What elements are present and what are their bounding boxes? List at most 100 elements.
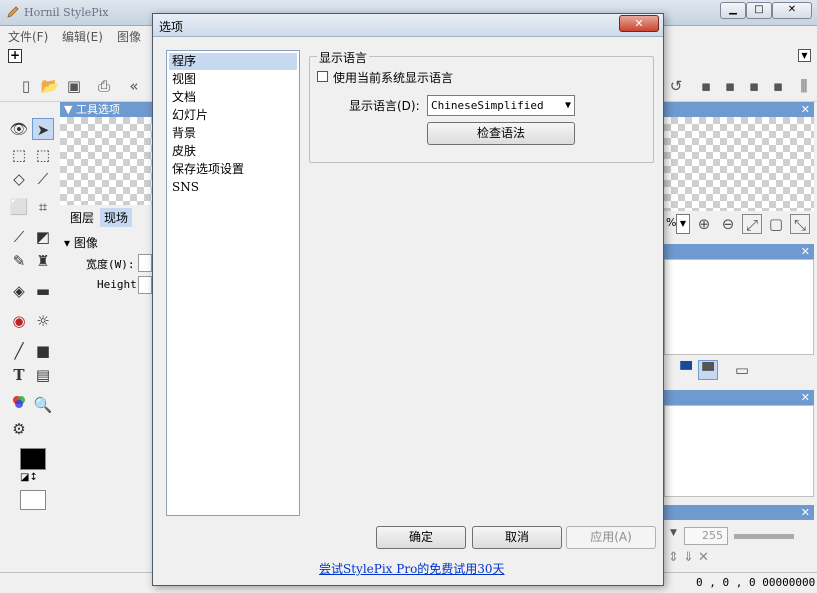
layer-arrange-icon[interactable]: ▪ — [744, 76, 764, 96]
swap-colors-icon[interactable]: ◪↕ — [20, 472, 38, 483]
category-item-skin[interactable]: 皮肤 — [169, 143, 297, 160]
rect-select-icon[interactable]: ⬚ — [8, 144, 30, 166]
shape-tool-icon[interactable]: ■ — [32, 340, 54, 362]
gear-icon[interactable]: ⚙ — [8, 418, 30, 440]
right-panel-header: ✕ — [664, 102, 814, 117]
close-icon[interactable]: ✕ — [801, 102, 810, 117]
open-folder-icon[interactable]: 📂 — [40, 76, 60, 96]
tab-layers[interactable]: 图层 — [70, 209, 94, 226]
ok-button[interactable]: 确定 — [376, 526, 466, 549]
tools-sidebar: 👁 ➤ ⬚ ⬚ ◇ ⟋ ⬜ ⌗ ⟋ ◩ ✎ ♜ ◈ ▬ ◉ ☼ ╱ ■ T ▤ … — [4, 104, 58, 524]
align-icon[interactable]: ⫼ — [794, 76, 814, 96]
zoom-in-icon[interactable]: ⊕ — [694, 214, 714, 234]
dropdown-arrow-icon[interactable]: ▼ — [798, 49, 811, 62]
zoom-icon[interactable]: 🔍 — [32, 394, 54, 416]
check-grammar-button[interactable]: 检查语法 — [427, 122, 575, 145]
category-item-document[interactable]: 文档 — [169, 89, 297, 106]
crop-icon[interactable]: ⌗ — [32, 196, 54, 218]
brush-icon[interactable]: ⟋ — [8, 226, 30, 248]
image-section-header[interactable]: ▾ 图像 — [64, 234, 98, 251]
menu-edit[interactable]: 编辑(E) — [62, 28, 103, 45]
category-item-slideshow[interactable]: 幻灯片 — [169, 107, 297, 124]
actual-size-icon[interactable]: ▢ — [766, 214, 786, 234]
use-system-language-label[interactable]: 使用当前系统显示语言 — [333, 69, 453, 86]
color-wheel-icon[interactable] — [8, 394, 30, 416]
eraser-icon[interactable]: ◩ — [32, 226, 54, 248]
chevron-down-icon: ▼ — [564, 100, 571, 111]
close-icon[interactable]: ✕ — [801, 390, 810, 405]
height-label: Height — [97, 278, 137, 291]
save-icon[interactable]: ▣ — [64, 76, 84, 96]
eyedropper-icon[interactable]: ⟋ — [32, 168, 54, 190]
background-color-swatch[interactable] — [20, 490, 46, 510]
menu-file[interactable]: 文件(F) — [8, 28, 48, 45]
apply-button[interactable]: 应用(A) — [566, 526, 656, 549]
tool-options-title: 工具选项 — [75, 103, 120, 116]
zoom-percent: % — [666, 216, 677, 229]
transform-icon[interactable]: ⬜ — [8, 196, 30, 218]
close-icon[interactable]: ✕ — [801, 505, 810, 520]
use-system-language-checkbox[interactable] — [317, 71, 328, 82]
clone-stamp-icon[interactable]: ♜ — [32, 250, 54, 272]
cancel-button[interactable]: 取消 — [472, 526, 562, 549]
fill-bucket-icon[interactable]: ◈ — [8, 280, 30, 302]
right-panel-header: ✕ — [664, 244, 814, 259]
fullscreen-icon[interactable]: ⤡ — [790, 214, 810, 234]
display-toolbar: ▀ ▀ ▭ — [664, 358, 814, 382]
monitor-color-icon[interactable]: ▀ — [698, 360, 718, 380]
brightness-icon[interactable]: ☼ — [32, 310, 54, 332]
undo-icon[interactable]: « — [124, 76, 144, 96]
layer-arrange-icon[interactable]: ▪ — [768, 76, 788, 96]
group-title: 显示语言 — [317, 49, 370, 66]
layer-arrange-icon[interactable]: ▪ — [696, 76, 716, 96]
width-input[interactable] — [138, 254, 152, 272]
tool-preview-canvas — [60, 117, 152, 205]
opacity-spin-input[interactable]: 255 — [684, 527, 728, 545]
maximize-button[interactable]: □ — [746, 2, 772, 19]
rotate-icon[interactable]: ↺ — [666, 76, 686, 96]
lasso-icon[interactable]: ◇ — [8, 168, 30, 190]
print-icon[interactable]: ⎙ — [94, 76, 114, 96]
panel-tabs: 图层 现场 — [62, 208, 152, 227]
category-item-program[interactable]: 程序 — [169, 53, 297, 70]
marquee-select-icon[interactable]: ⬚ — [32, 144, 54, 166]
minimize-button[interactable]: ▁ — [720, 2, 746, 19]
height-input[interactable] — [138, 276, 152, 294]
category-item-sns[interactable]: SNS — [169, 179, 297, 196]
layer-move-icon[interactable]: ⇕ ⇓ ✕ — [668, 550, 709, 565]
foreground-color-swatch[interactable] — [20, 448, 46, 470]
category-item-background[interactable]: 背景 — [169, 125, 297, 142]
image-insert-icon[interactable]: ▤ — [32, 364, 54, 386]
fit-window-icon[interactable]: ⤢ — [742, 214, 762, 234]
monitor-icon[interactable]: ▀ — [676, 360, 696, 380]
language-select[interactable]: ChineseSimplified ▼ — [427, 95, 575, 116]
zoom-dropdown[interactable]: ▼ — [676, 214, 690, 234]
zoom-bar: % ▼ ⊕ ⊖ ⤢ ▢ ⤡ — [664, 212, 814, 236]
new-file-icon[interactable]: ▯ — [16, 76, 36, 96]
window-close-button[interactable]: ✕ — [772, 2, 812, 19]
tool-options-header: ▼ 工具选项 — [60, 102, 152, 117]
layer-arrange-icon[interactable]: ▪ — [720, 76, 740, 96]
category-item-save-options[interactable]: 保存选项设置 — [169, 161, 297, 178]
opacity-slider[interactable] — [734, 534, 794, 539]
gradient-icon[interactable]: ▬ — [32, 280, 54, 302]
category-item-view[interactable]: 视图 — [169, 71, 297, 88]
navigator-canvas — [664, 117, 814, 211]
category-list: 程序 视图 文档 幻灯片 背景 皮肤 保存选项设置 SNS — [166, 50, 300, 516]
trial-link[interactable]: 尝试StylePix Pro的免费试用30天 — [319, 560, 505, 577]
menu-image[interactable]: 图像 — [117, 28, 141, 45]
pencil-icon[interactable]: ✎ — [8, 250, 30, 272]
dialog-close-button[interactable]: ✕ — [619, 15, 659, 32]
plus-icon[interactable]: + — [8, 49, 22, 63]
zoom-out-icon[interactable]: ⊖ — [718, 214, 738, 234]
pencil-logo-icon — [7, 6, 19, 18]
monitor-small-icon[interactable]: ▭ — [732, 360, 752, 380]
text-tool-icon[interactable]: T — [8, 364, 30, 386]
eye-icon[interactable]: 👁 — [8, 118, 30, 140]
red-eye-icon[interactable]: ◉ — [8, 310, 30, 332]
tab-scene[interactable]: 现场 — [100, 208, 133, 227]
chevron-down-icon[interactable]: ▼ — [670, 528, 680, 544]
pointer-tool-icon[interactable]: ➤ — [32, 118, 54, 140]
close-icon[interactable]: ✕ — [801, 244, 810, 259]
line-tool-icon[interactable]: ╱ — [8, 340, 30, 362]
